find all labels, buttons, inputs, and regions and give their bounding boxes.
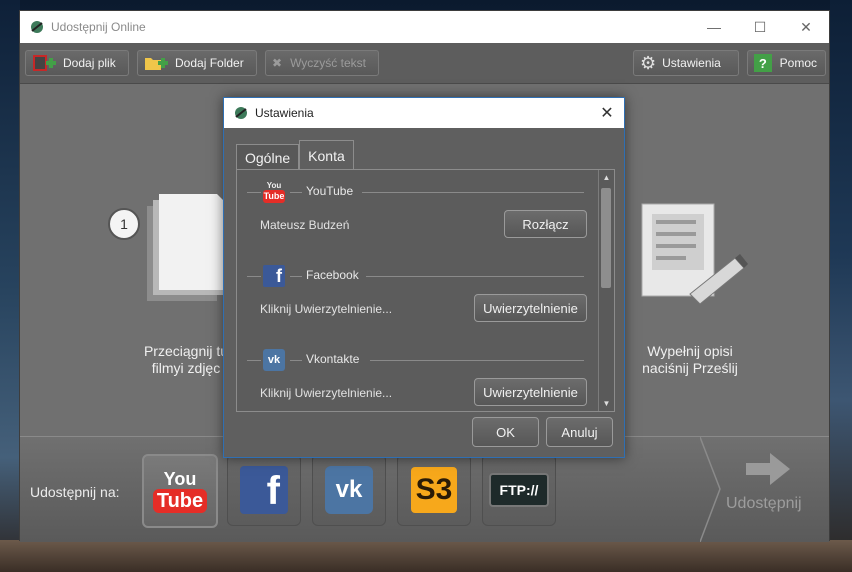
- accounts-panel: You Tube YouTube Mateusz Budzeń Rozłącz …: [236, 169, 615, 412]
- vkontakte-icon: vk: [325, 466, 373, 514]
- desktop-background-right: [830, 0, 852, 572]
- section-divider: [370, 360, 584, 361]
- dialog-title-bar: Ustawienia ✕: [224, 98, 624, 128]
- help-label: Pomoc: [779, 56, 817, 70]
- ftp-icon: FTP://: [489, 473, 549, 507]
- toolbar: Dodaj plik Dodaj Folder ✖ Wyczyść tekst …: [20, 43, 829, 84]
- tab-accounts[interactable]: Konta: [299, 140, 354, 171]
- window-title: Udostępnij Online: [51, 20, 146, 34]
- account-facebook: f Facebook Kliknij Uwierzytelnienie... U…: [237, 256, 599, 340]
- account-facebook-label: Facebook: [306, 268, 359, 282]
- facebook-icon: f: [240, 466, 288, 514]
- add-folder-icon: [145, 58, 168, 70]
- dialog-title: Ustawienia: [255, 106, 314, 120]
- account-youtube: You Tube YouTube Mateusz Budzeń Rozłącz: [237, 172, 599, 256]
- maximize-button[interactable]: ☐: [737, 11, 783, 43]
- youtube-icon-you: You: [163, 469, 197, 489]
- add-folder-label: Dodaj Folder: [175, 56, 244, 70]
- edit-description-icon: [641, 203, 748, 305]
- facebook-small-icon: f: [263, 265, 285, 287]
- vkontakte-small-icon: vk: [263, 349, 285, 371]
- arrow-right-icon: [746, 453, 790, 485]
- settings-label: Ustawienia: [662, 56, 721, 70]
- section-divider: [247, 192, 261, 193]
- dialog-app-icon: [235, 107, 247, 119]
- add-file-label: Dodaj plik: [63, 56, 116, 70]
- section-divider: [247, 276, 261, 277]
- settings-dialog: Ustawienia ✕ Ogólne Konta You Tube YouTu…: [223, 97, 625, 458]
- scroll-down-arrow-icon[interactable]: ▼: [599, 396, 614, 411]
- section-divider: [290, 360, 302, 361]
- service-facebook-button[interactable]: f: [227, 454, 301, 526]
- gear-icon: ⚙: [640, 52, 657, 73]
- share-button-label: Udostępnij: [726, 495, 802, 512]
- scroll-up-arrow-icon[interactable]: ▲: [599, 170, 614, 185]
- step-3-line-1: Wypełnij opisi: [647, 343, 733, 359]
- share-button[interactable]: Udostępnij: [700, 437, 831, 542]
- step-3-line-2: naciśnij Prześlij: [642, 360, 738, 376]
- clear-icon: ✖: [272, 56, 283, 70]
- help-button[interactable]: ? Pomoc: [747, 50, 826, 76]
- add-file-icon: [33, 55, 56, 71]
- account-facebook-status: Kliknij Uwierzytelnienie...: [260, 302, 393, 316]
- account-youtube-status: Mateusz Budzeń: [260, 218, 350, 232]
- service-youtube-button[interactable]: You Tube: [142, 454, 218, 528]
- dialog-tabs: Ogólne Konta: [236, 140, 354, 171]
- files-icon: [147, 194, 227, 301]
- youtube-icon-tube: Tube: [152, 489, 208, 513]
- s3-icon: S3: [411, 467, 457, 513]
- share-on-label: Udostępnij na:: [30, 484, 120, 500]
- desktop-background-left: [0, 0, 20, 572]
- section-divider: [366, 276, 584, 277]
- share-divider: [700, 437, 721, 542]
- facebook-authenticate-button[interactable]: Uwierzytelnienie: [474, 294, 587, 322]
- tab-general[interactable]: Ogólne: [236, 144, 300, 171]
- service-vkontakte-button[interactable]: vk: [312, 454, 386, 526]
- cancel-button[interactable]: Anuluj: [546, 417, 613, 447]
- youtube-icon: You Tube: [152, 469, 208, 513]
- help-icon: ?: [754, 54, 772, 72]
- desktop-background-bottom: [0, 540, 852, 572]
- service-ftp-button[interactable]: FTP://: [482, 454, 556, 526]
- section-divider: [290, 192, 302, 193]
- dialog-close-button[interactable]: ✕: [590, 98, 624, 128]
- clear-text-label: Wyczyść tekst: [290, 56, 366, 70]
- service-s3-button[interactable]: S3: [397, 454, 471, 526]
- add-folder-button[interactable]: Dodaj Folder: [137, 50, 257, 76]
- section-divider: [290, 276, 302, 277]
- close-button[interactable]: ✕: [783, 11, 829, 43]
- account-vkontakte-status: Kliknij Uwierzytelnienie...: [260, 386, 393, 400]
- disconnect-button[interactable]: Rozłącz: [504, 210, 587, 238]
- step-3-text: Wypełnij opisi naciśnij Prześlij: [610, 343, 770, 377]
- settings-button[interactable]: ⚙ Ustawienia: [633, 50, 739, 76]
- minimize-button[interactable]: —: [691, 11, 737, 43]
- step-1-badge: 1: [108, 208, 140, 240]
- vkontakte-authenticate-button[interactable]: Uwierzytelnienie: [474, 378, 587, 406]
- app-icon: [31, 21, 43, 33]
- title-bar: Udostępnij Online — ☐ ✕: [20, 11, 829, 43]
- ok-button[interactable]: OK: [472, 417, 539, 447]
- section-divider: [247, 360, 261, 361]
- accounts-scrollbar[interactable]: ▲ ▼: [598, 170, 614, 411]
- scrollbar-thumb[interactable]: [601, 188, 611, 288]
- account-youtube-label: YouTube: [306, 184, 354, 198]
- youtube-small-icon: You Tube: [263, 181, 285, 203]
- account-vkontakte-label: Vkontakte: [306, 352, 360, 366]
- add-file-button[interactable]: Dodaj plik: [25, 50, 129, 76]
- clear-text-button[interactable]: ✖ Wyczyść tekst: [265, 50, 379, 76]
- account-vkontakte: vk Vkontakte Kliknij Uwierzytelnienie...…: [237, 340, 599, 411]
- section-divider: [362, 192, 584, 193]
